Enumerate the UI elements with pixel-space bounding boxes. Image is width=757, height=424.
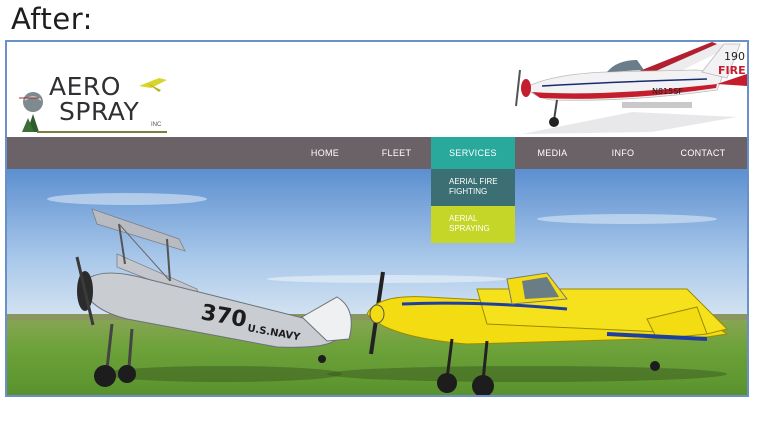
nav-fleet[interactable]: FLEET bbox=[369, 137, 424, 169]
svg-text:N815SF: N815SF bbox=[652, 87, 683, 96]
nav-services[interactable]: SERVICES bbox=[431, 137, 515, 169]
svg-text:190: 190 bbox=[724, 50, 745, 63]
nav-contact[interactable]: CONTACT bbox=[672, 137, 734, 169]
website-screenshot: AERO SPRAY INC 190 FIRE N815SF HOME FLEE… bbox=[5, 40, 749, 397]
header-airtanker-image: 190 FIRE N815SF bbox=[512, 42, 747, 137]
svg-text:FIRE: FIRE bbox=[718, 64, 746, 77]
hero-aircraft-image: 370 U.S.NAVY bbox=[7, 169, 747, 395]
logo-text-spray: SPRAY bbox=[59, 97, 140, 126]
nav-info[interactable]: INFO bbox=[597, 137, 649, 169]
dropdown-aerial-fire-fighting[interactable]: AERIAL FIRE FIGHTING bbox=[431, 169, 515, 206]
caption-label: After: bbox=[11, 2, 93, 36]
nav-media[interactable]: MEDIA bbox=[525, 137, 580, 169]
site-header: AERO SPRAY INC 190 FIRE N815SF bbox=[7, 42, 747, 137]
nav-home[interactable]: HOME bbox=[295, 137, 355, 169]
main-navbar: HOME FLEET SERVICES MEDIA INFO CONTACT bbox=[7, 137, 747, 169]
hero-photo: 370 U.S.NAVY bbox=[7, 169, 747, 395]
aero-spray-logo[interactable]: AERO SPRAY INC bbox=[19, 70, 179, 136]
logo-underline bbox=[37, 131, 167, 133]
logo-inc: INC bbox=[151, 122, 162, 128]
dropdown-aerial-spraying[interactable]: AERIAL SPRAYING bbox=[431, 206, 515, 243]
